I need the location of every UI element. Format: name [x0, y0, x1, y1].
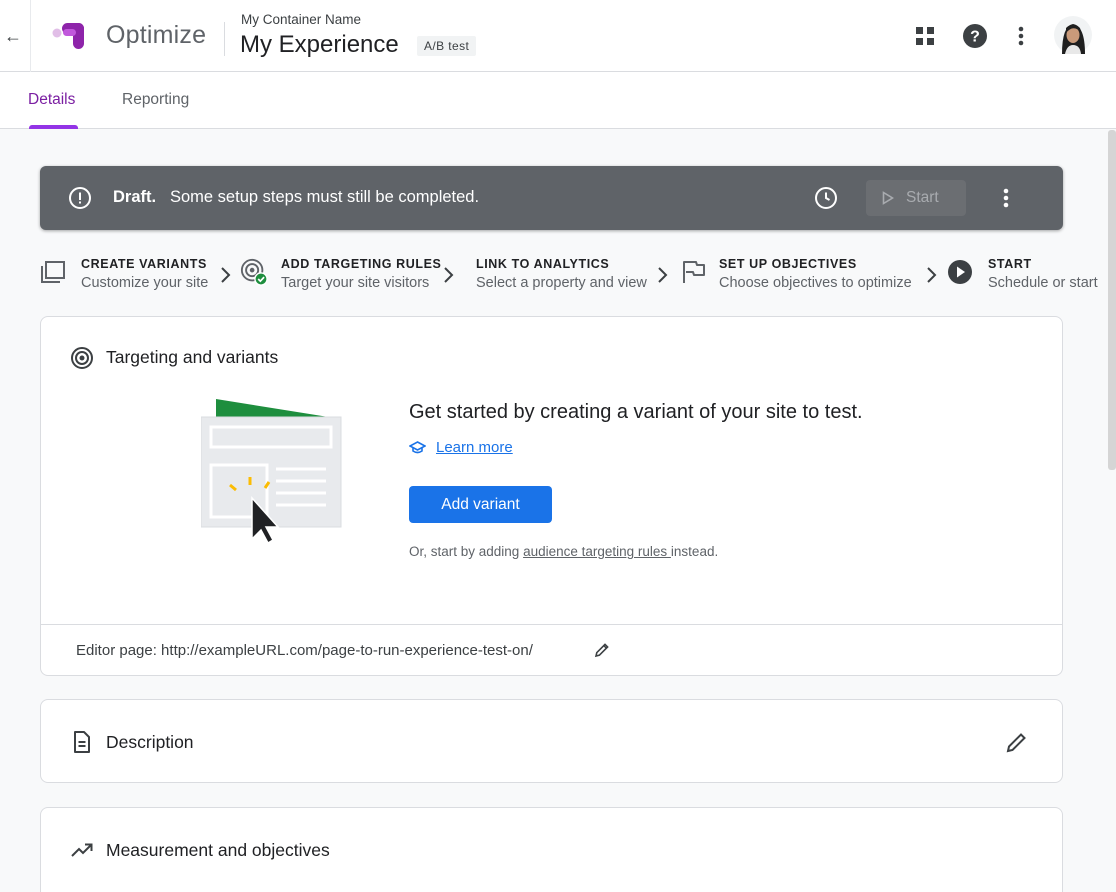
variants-icon [41, 261, 65, 283]
svg-text:?: ? [970, 29, 980, 46]
chevron-right-icon [444, 267, 454, 283]
arrow-back-icon[interactable]: ← [2, 24, 24, 48]
step-set-up-objectives[interactable]: SET UP OBJECTIVES Choose objectives to o… [719, 257, 912, 291]
edit-pencil-icon[interactable] [1005, 730, 1029, 754]
avatar[interactable] [1054, 16, 1092, 54]
step-create-variants[interactable]: CREATE VARIANTS Customize your site [81, 257, 208, 291]
divider [30, 0, 31, 72]
card-title: Measurement and objectives [106, 840, 330, 860]
description-card: Description [40, 699, 1063, 783]
school-icon [409, 440, 426, 453]
play-circle-icon [948, 260, 972, 284]
document-icon [74, 731, 90, 753]
alert-icon [69, 187, 91, 209]
tab-bar: Details Reporting [0, 72, 1116, 129]
top-app-bar: ← Optimize My Container Name My Experien… [0, 0, 1116, 72]
more-vert-icon[interactable] [1007, 22, 1035, 50]
trending-up-icon [71, 843, 93, 857]
step-title: ADD TARGETING RULES [281, 257, 442, 271]
step-add-targeting-rules[interactable]: ADD TARGETING RULES Target your site vis… [281, 257, 441, 291]
step-title: LINK TO ANALYTICS [476, 257, 610, 271]
card-title: Description [106, 732, 194, 752]
step-subtitle: Target your site visitors [281, 275, 430, 291]
step-link-to-analytics[interactable]: LINK TO ANALYTICS Select a property and … [476, 257, 647, 291]
measurement-objectives-card: Measurement and objectives [40, 807, 1063, 892]
step-start[interactable]: START Schedule or start [988, 257, 1098, 291]
editor-page-row: Editor page: http://exampleURL.com/page-… [41, 624, 1062, 676]
optimize-logo [52, 23, 84, 49]
active-tab-indicator [29, 125, 78, 129]
target-check-icon [240, 258, 268, 286]
step-subtitle: Select a property and view [476, 275, 647, 291]
status-message: Some setup steps must still be completed… [170, 188, 480, 206]
experience-name: My Experience [240, 31, 399, 58]
help-icon[interactable]: ? [961, 22, 989, 50]
step-subtitle: Customize your site [81, 275, 209, 291]
targeting-variants-card: Targeting and variants Get started by cr… [40, 316, 1063, 676]
step-title: START [988, 257, 1032, 271]
step-subtitle: Choose objectives to optimize [719, 275, 912, 291]
container-name: My Container Name [241, 12, 362, 27]
scrollbar[interactable] [1108, 130, 1116, 470]
variant-illustration [201, 399, 342, 545]
play-icon [882, 191, 894, 205]
audience-targeting-rules-link[interactable]: audience targeting rules [523, 544, 671, 559]
empty-state-headline: Get started by creating a variant of you… [409, 401, 863, 423]
draft-status-banner: Draft. Some setup steps must still be co… [40, 166, 1063, 230]
edit-pencil-icon[interactable] [593, 641, 611, 659]
step-subtitle: Schedule or start [988, 275, 1098, 291]
flag-icon [683, 261, 705, 283]
divider [224, 22, 225, 56]
editor-page-url: Editor page: http://exampleURL.com/page-… [76, 642, 533, 659]
start-button-label: Start [906, 189, 939, 206]
status-label: Draft. [113, 188, 157, 206]
target-icon [71, 347, 93, 369]
step-title: SET UP OBJECTIVES [719, 257, 857, 271]
learn-more-link[interactable]: Learn more [409, 439, 513, 456]
alt-instruction: Or, start by adding audience targeting r… [409, 544, 718, 559]
chevron-right-icon [658, 267, 668, 283]
more-vert-icon[interactable] [994, 184, 1018, 212]
step-title: CREATE VARIANTS [81, 257, 207, 271]
tab-reporting[interactable]: Reporting [122, 91, 189, 109]
start-button[interactable]: Start [866, 180, 966, 216]
app-name: Optimize [106, 21, 207, 49]
chevron-right-icon [221, 267, 231, 283]
alt-suffix: instead. [670, 544, 719, 559]
add-variant-button[interactable]: Add variant [409, 486, 552, 523]
experience-type-badge: A/B test [417, 36, 477, 56]
chevron-right-icon [927, 267, 937, 283]
tab-details[interactable]: Details [28, 91, 75, 109]
alt-prefix: Or, start by adding [409, 544, 524, 559]
card-title: Targeting and variants [106, 347, 279, 367]
learn-more-label[interactable]: Learn more [436, 439, 513, 456]
schedule-clock-icon[interactable] [814, 186, 838, 210]
apps-grid-icon[interactable] [911, 22, 939, 50]
